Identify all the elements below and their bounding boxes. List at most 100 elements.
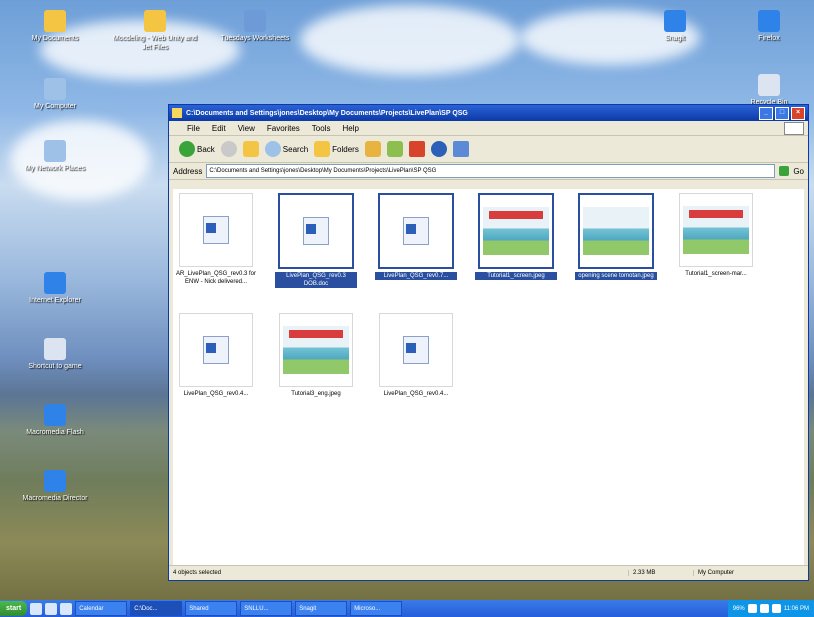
back-arrow-icon [179, 141, 195, 157]
document-icon [244, 10, 266, 32]
task-microsoft[interactable]: Microso... [350, 601, 403, 616]
file-item[interactable]: LivePlan_QSG_rev0.3 DOB.doc [275, 193, 357, 288]
computer-icon [44, 78, 66, 100]
desktop-icon-snagit[interactable]: Snagit [630, 10, 720, 43]
folders-icon [314, 141, 331, 157]
desktop-icon-network[interactable]: My Network Places [10, 140, 100, 173]
go-button[interactable] [779, 166, 790, 176]
window-titlebar[interactable]: C:\Documents and Settings\jones\Desktop\… [169, 105, 808, 121]
address-input[interactable]: C:\Documents and Settings\jones\Desktop\… [206, 164, 776, 178]
quicklaunch-folder-icon[interactable] [60, 602, 73, 615]
status-size: 2.33 MB [628, 570, 693, 576]
address-label: Address [173, 166, 203, 176]
address-bar: Address C:\Documents and Settings\jones\… [169, 163, 808, 180]
network-icon[interactable] [759, 604, 769, 613]
shortcut-icon [44, 338, 66, 360]
folders-button[interactable]: Folders [314, 141, 359, 157]
minimize-button[interactable]: _ [759, 106, 773, 120]
desktop-icon-director[interactable]: Macromedia Director [10, 470, 100, 503]
search-button[interactable]: Search [264, 141, 308, 157]
undo-icon [430, 141, 447, 157]
app-icon [44, 404, 66, 426]
desktop-icon-my-computer[interactable]: My Computer [10, 78, 100, 111]
maximize-button[interactable]: □ [775, 106, 789, 120]
desktop-icon-recycle-bin[interactable]: Recycle Bin [724, 74, 814, 107]
app-icon [44, 470, 66, 492]
forward-button[interactable] [220, 141, 237, 157]
undo-button[interactable] [430, 141, 447, 157]
file-item[interactable]: AR_LivePlan_QSG_rev0.3 for ENW - Nick de… [175, 193, 257, 286]
toolbar: Back Search Folders [169, 136, 808, 163]
system-tray: 96% 11:06 PM [727, 600, 814, 617]
status-location: My Computer [693, 570, 808, 576]
task-calendar[interactable]: Calendar [75, 601, 128, 616]
file-item[interactable]: Tutorial1_screen-mar... [675, 193, 757, 278]
menu-tools[interactable]: Tools [312, 124, 331, 133]
delete-button[interactable] [408, 141, 425, 157]
volume-icon[interactable] [747, 604, 757, 613]
file-list: AR_LivePlan_QSG_rev0.3 for ENW - Nick de… [173, 189, 804, 565]
folder-icon [44, 10, 66, 32]
forward-arrow-icon [220, 141, 237, 157]
desktop-icon-firefox[interactable]: Firefox [724, 10, 814, 43]
file-item[interactable]: LivePlan_QSG_rev0.4... [375, 313, 457, 398]
desktop-icon-internet-explorer[interactable]: Internet Explorer [10, 272, 100, 305]
menubar: File Edit View Favorites Tools Help [169, 121, 808, 136]
go-label: Go [793, 166, 804, 176]
copy-to-icon [386, 141, 403, 157]
folder-icon [144, 10, 166, 32]
app-icon [758, 10, 780, 32]
desktop-icon-worksheets[interactable]: Tuesdays Worksheets [210, 10, 300, 43]
window-title: C:\Documents and Settings\jones\Desktop\… [186, 109, 468, 117]
app-icon [664, 10, 686, 32]
task-shared[interactable]: Shared [185, 601, 238, 616]
quicklaunch-desktop-icon[interactable] [45, 602, 58, 615]
menu-file[interactable]: File [187, 124, 200, 133]
back-button[interactable]: Back [179, 141, 215, 157]
menu-favorites[interactable]: Favorites [267, 124, 300, 133]
word-document-icon [403, 336, 429, 364]
menu-help[interactable]: Help [342, 124, 358, 133]
folder-icon [172, 108, 182, 118]
sky-cloud [300, 5, 520, 75]
move-to-button[interactable] [364, 141, 381, 157]
taskbar: start Calendar C:\Doc... Shared SNLLU...… [0, 600, 814, 617]
search-icon [264, 141, 281, 157]
desktop-icon-shortcut[interactable]: Shortcut to game [10, 338, 100, 371]
word-document-icon [403, 217, 429, 245]
file-item[interactable]: Tutorial3_eng.jpeg [275, 313, 357, 398]
browser-icon [44, 272, 66, 294]
word-document-icon [303, 217, 329, 245]
desktop-icon-flash[interactable]: Macromedia Flash [10, 404, 100, 437]
task-explorer[interactable]: C:\Doc... [130, 601, 183, 616]
file-item[interactable]: Tutorial1_screen.jpeg [475, 193, 557, 280]
windows-logo-icon [784, 121, 804, 135]
task-snllu[interactable]: SNLLU... [240, 601, 293, 616]
menu-edit[interactable]: Edit [212, 124, 226, 133]
file-item[interactable]: opening scene tomotan.jpeg [575, 193, 657, 280]
copy-to-button[interactable] [386, 141, 403, 157]
image-thumbnail [683, 206, 749, 254]
clock[interactable]: 11:06 PM [784, 606, 809, 612]
image-thumbnail [583, 207, 649, 255]
file-item[interactable]: LivePlan_QSG_rev0.7... [375, 193, 457, 280]
menu-view[interactable]: View [238, 124, 255, 133]
file-item[interactable]: LivePlan_QSG_rev0.4... [175, 313, 257, 398]
start-button[interactable]: start [0, 601, 28, 616]
views-button[interactable] [452, 141, 469, 157]
status-selection: 4 objects selected [173, 570, 222, 576]
desktop-icon-folder[interactable]: Mocdeling - Web Unity and Jet Files [110, 10, 200, 52]
delete-icon [408, 141, 425, 157]
quicklaunch-browser-icon[interactable] [30, 602, 43, 615]
word-document-icon [203, 336, 229, 364]
task-snagit[interactable]: Snagit [295, 601, 348, 616]
close-button[interactable]: × [791, 106, 805, 120]
image-thumbnail [283, 326, 349, 374]
up-folder-button[interactable] [242, 141, 259, 157]
battery-percent: 96% [732, 605, 745, 612]
status-bar: 4 objects selected 2.33 MB My Computer [169, 565, 808, 580]
views-icon [452, 141, 469, 157]
security-icon[interactable] [771, 604, 781, 613]
desktop-icon-my-documents[interactable]: My Documents [10, 10, 100, 43]
recycle-bin-icon [758, 74, 780, 96]
